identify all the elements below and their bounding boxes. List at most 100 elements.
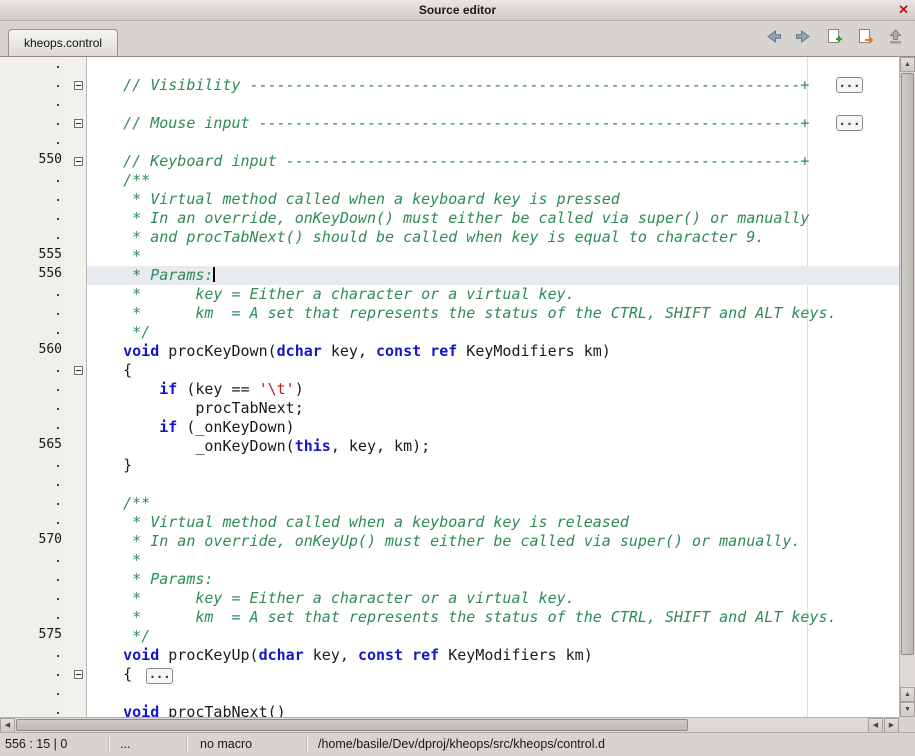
fold-margin: [64, 152, 87, 171]
code-text[interactable]: *: [87, 551, 899, 570]
horizontal-scroll-thumb[interactable]: [16, 719, 688, 731]
fold-toggle-icon[interactable]: [74, 119, 83, 128]
code-line[interactable]: 575 */: [0, 627, 899, 646]
code-text[interactable]: */: [87, 323, 899, 342]
tab-kheops-control[interactable]: kheops.control: [8, 29, 118, 56]
code-line[interactable]: . * km = A set that represents the statu…: [0, 608, 899, 627]
code-line[interactable]: . {...: [0, 665, 899, 684]
code-line[interactable]: .: [0, 57, 899, 76]
collapsed-fold-button[interactable]: ...: [836, 77, 863, 93]
load-document-icon[interactable]: [856, 28, 876, 45]
code-line[interactable]: . void procKeyUp(dchar key, const ref Ke…: [0, 646, 899, 665]
code-text[interactable]: * In an override, onKeyUp() must either …: [87, 532, 899, 551]
scroll-left-button[interactable]: ◀: [868, 718, 883, 733]
code-text[interactable]: {...: [87, 665, 899, 684]
code-text[interactable]: * and procTabNext() should be called whe…: [87, 228, 899, 247]
horizontal-scrollbar[interactable]: ◀ ◀ ▶: [0, 717, 899, 732]
code-line[interactable]: . * and procTabNext() should be called w…: [0, 228, 899, 247]
code-line[interactable]: 570 * In an override, onKeyUp() must eit…: [0, 532, 899, 551]
scroll-down-button[interactable]: ▼: [900, 702, 915, 717]
fold-toggle-icon[interactable]: [74, 670, 83, 679]
close-icon[interactable]: ✕: [898, 0, 909, 20]
code-text[interactable]: *: [87, 247, 899, 266]
code-text[interactable]: }: [87, 456, 899, 475]
code-line[interactable]: . * Virtual method called when a keyboar…: [0, 190, 899, 209]
fold-margin: [64, 475, 87, 494]
code-text[interactable]: procTabNext;: [87, 399, 899, 418]
code-line[interactable]: 565 _onKeyDown(this, key, km);: [0, 437, 899, 456]
code-text[interactable]: * Params:: [87, 570, 899, 589]
vertical-scrollbar[interactable]: ▲ ▲ ▼: [899, 56, 915, 717]
code-line[interactable]: . * key = Either a character or a virtua…: [0, 589, 899, 608]
code-text[interactable]: /**: [87, 171, 899, 190]
code-line[interactable]: . /**: [0, 494, 899, 513]
code-line[interactable]: . {: [0, 361, 899, 380]
scroll-right-button[interactable]: ▶: [884, 718, 899, 733]
code-text[interactable]: */: [87, 627, 899, 646]
code-line[interactable]: 550 // Keyboard input ------------------…: [0, 152, 899, 171]
code-line[interactable]: . * km = A set that represents the statu…: [0, 304, 899, 323]
code-text[interactable]: if (_onKeyDown): [87, 418, 899, 437]
code-line[interactable]: . // Mouse input -----------------------…: [0, 114, 899, 133]
fold-toggle-icon[interactable]: [74, 81, 83, 90]
previous-icon[interactable]: [763, 28, 783, 45]
code-text[interactable]: {: [87, 361, 899, 380]
code-line[interactable]: . *: [0, 551, 899, 570]
code-text[interactable]: void procKeyUp(dchar key, const ref KeyM…: [87, 646, 899, 665]
code-text[interactable]: void procKeyDown(dchar key, const ref Ke…: [87, 342, 899, 361]
code-line[interactable]: . // Visibility ------------------------…: [0, 76, 899, 95]
scroll-up-button[interactable]: ▲: [900, 57, 915, 72]
code-line[interactable]: . */: [0, 323, 899, 342]
fold-margin: [64, 57, 87, 76]
code-text[interactable]: if (key == '\t'): [87, 380, 899, 399]
code-line[interactable]: .: [0, 95, 899, 114]
code-line[interactable]: . * Virtual method called when a keyboar…: [0, 513, 899, 532]
code-text[interactable]: * key = Either a character or a virtual …: [87, 589, 899, 608]
code-text[interactable]: * Virtual method called when a keyboard …: [87, 190, 899, 209]
vertical-scroll-thumb[interactable]: [901, 73, 914, 655]
collapsed-fold-button[interactable]: ...: [836, 115, 863, 131]
code-text[interactable]: void procTabNext(): [87, 703, 899, 717]
scroll-left-button[interactable]: ◀: [0, 718, 15, 733]
code-line[interactable]: . * Params:: [0, 570, 899, 589]
code-text[interactable]: // Visibility --------------------------…: [87, 76, 899, 95]
new-document-icon[interactable]: [825, 28, 845, 45]
code-text[interactable]: [87, 684, 899, 703]
code-line[interactable]: . * key = Either a character or a virtua…: [0, 285, 899, 304]
fold-toggle-icon[interactable]: [74, 366, 83, 375]
code-text[interactable]: [87, 95, 899, 114]
code-line[interactable]: . /**: [0, 171, 899, 190]
code-line[interactable]: . if (_onKeyDown): [0, 418, 899, 437]
code-line[interactable]: . void procTabNext(): [0, 703, 899, 717]
scroll-up-button[interactable]: ▲: [900, 687, 915, 702]
code-line[interactable]: 555 *: [0, 247, 899, 266]
code-line[interactable]: . procTabNext;: [0, 399, 899, 418]
code-text[interactable]: * km = A set that represents the status …: [87, 304, 899, 323]
code-line[interactable]: .: [0, 133, 899, 152]
code-line[interactable]: .: [0, 475, 899, 494]
code-text[interactable]: * km = A set that represents the status …: [87, 608, 899, 627]
code-line[interactable]: . }: [0, 456, 899, 475]
code-text[interactable]: /**: [87, 494, 899, 513]
code-text[interactable]: // Keyboard input ----------------------…: [87, 152, 899, 171]
code-text[interactable]: [87, 475, 899, 494]
fold-toggle-icon[interactable]: [74, 157, 83, 166]
code-line[interactable]: . if (key == '\t'): [0, 380, 899, 399]
code-line[interactable]: . * In an override, onKeyDown() must eit…: [0, 209, 899, 228]
code-line[interactable]: 560 void procKeyDown(dchar key, const re…: [0, 342, 899, 361]
code-line[interactable]: .: [0, 684, 899, 703]
code-text[interactable]: * key = Either a character or a virtual …: [87, 285, 899, 304]
line-number: .: [0, 171, 64, 190]
code-text[interactable]: // Mouse input -------------------------…: [87, 114, 899, 133]
detach-icon[interactable]: [887, 28, 907, 45]
code-text[interactable]: * In an override, onKeyDown() must eithe…: [87, 209, 899, 228]
code-text[interactable]: _onKeyDown(this, key, km);: [87, 437, 899, 456]
collapsed-fold-button[interactable]: ...: [146, 668, 173, 684]
next-icon[interactable]: [794, 28, 814, 45]
code-line[interactable]: 556 * Params:: [0, 266, 899, 285]
code-text[interactable]: * Params:: [87, 266, 899, 285]
code-text[interactable]: [87, 57, 899, 76]
code-text[interactable]: * Virtual method called when a keyboard …: [87, 513, 899, 532]
code-area[interactable]: .. // Visibility -----------------------…: [0, 56, 899, 717]
code-text[interactable]: [87, 133, 899, 152]
